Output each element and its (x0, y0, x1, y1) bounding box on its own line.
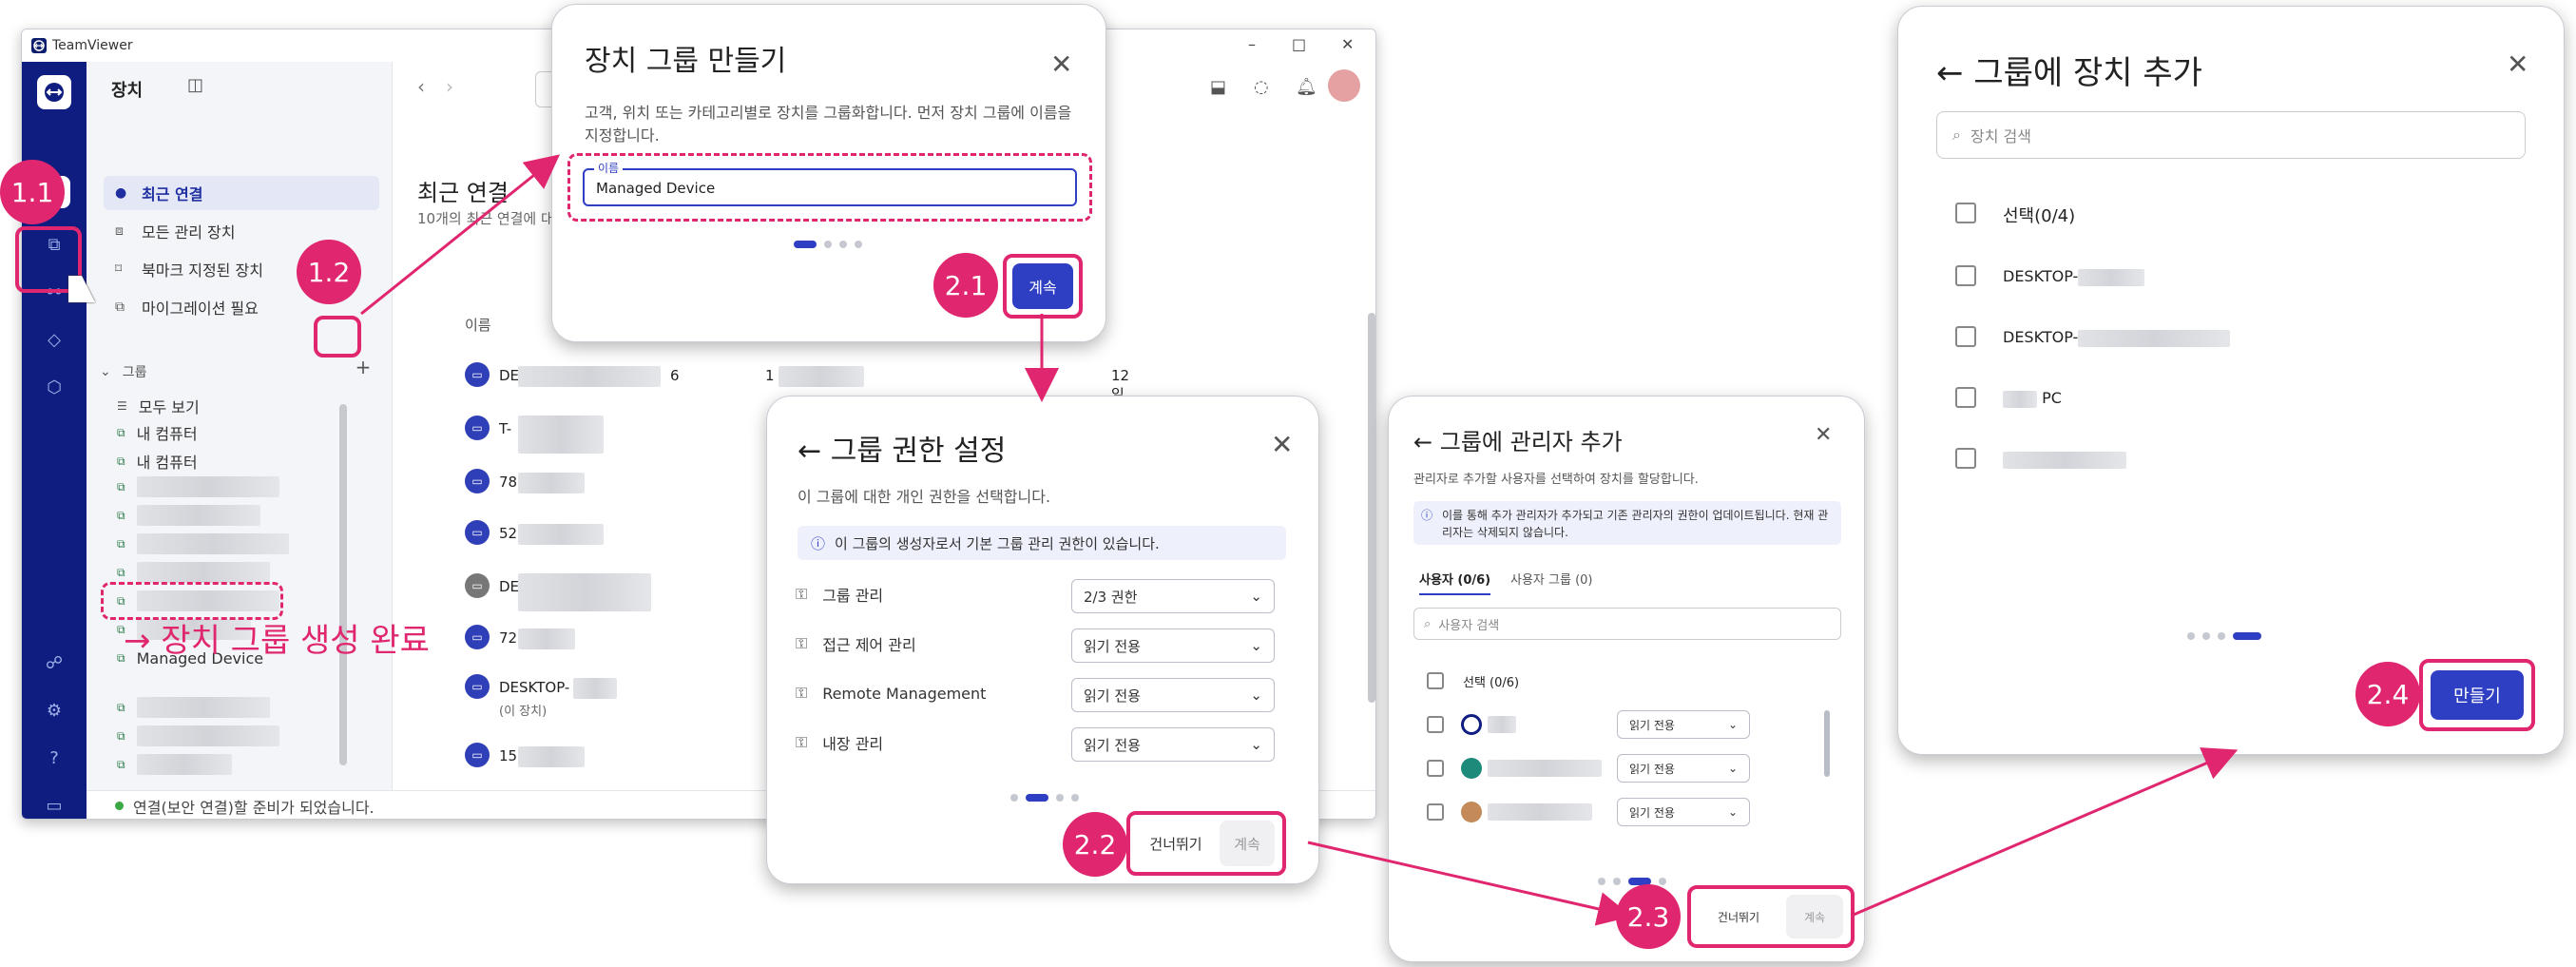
flow-arrows (360, 154, 2239, 926)
arrow-to-admins (1307, 841, 1632, 926)
arrow-to-add-devices (1853, 747, 2239, 917)
arrow-to-create-dialog (360, 154, 561, 316)
